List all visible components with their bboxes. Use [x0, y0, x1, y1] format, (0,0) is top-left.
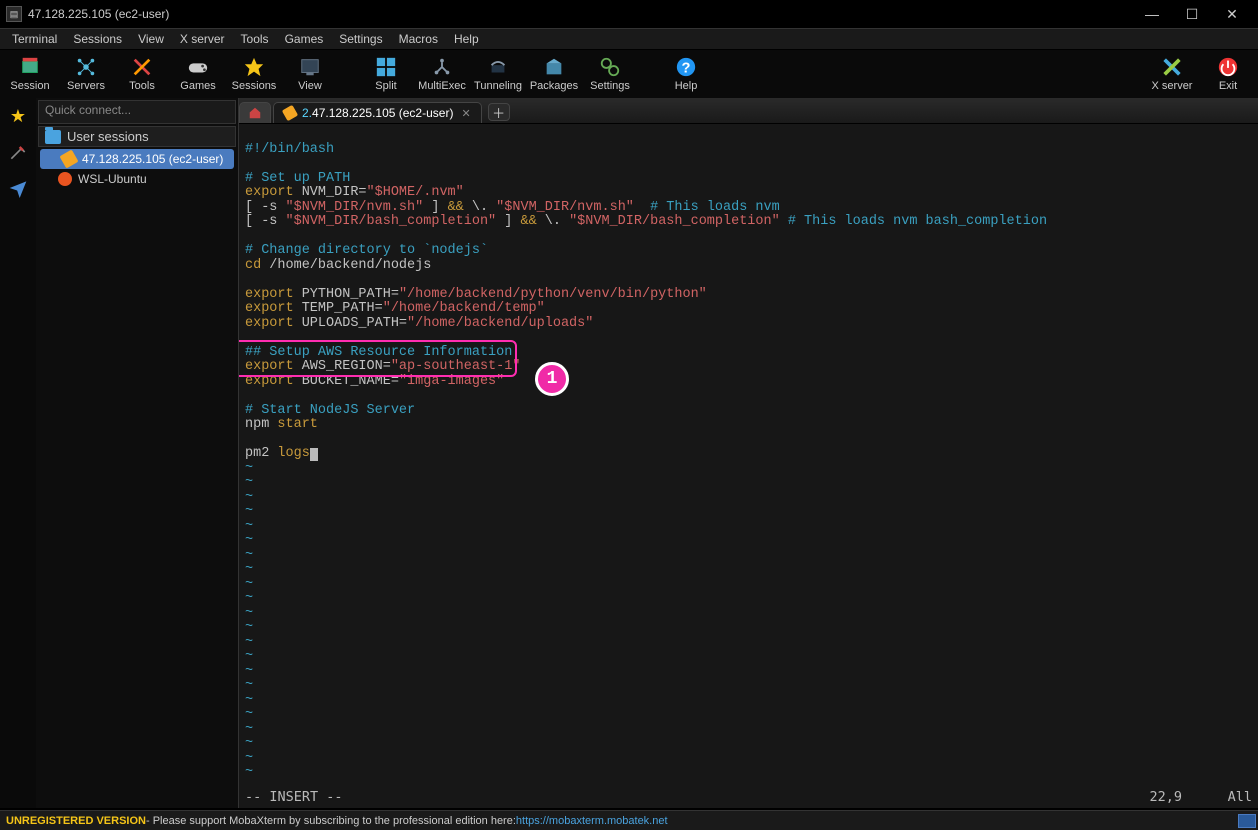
tab-close-icon[interactable]: ✕ [461, 107, 470, 120]
toolbar-tools[interactable]: Tools [114, 51, 170, 97]
close-button[interactable]: ✕ [1212, 0, 1252, 28]
menu-terminal[interactable]: Terminal [4, 30, 65, 48]
session-item-1[interactable]: WSL-Ubuntu [36, 169, 238, 189]
toolbar: Session Servers Tools Games Sessions Vie… [0, 50, 1258, 98]
menu-bar: Terminal Sessions View X server Tools Ga… [0, 28, 1258, 50]
toolbar-packages[interactable]: Packages [526, 51, 582, 97]
sessions-folder[interactable]: User sessions [38, 126, 236, 147]
wrench-icon [59, 149, 78, 168]
toolbar-split[interactable]: Split [358, 51, 414, 97]
quick-connect-input[interactable]: Quick connect... [38, 100, 236, 124]
maximize-button[interactable]: ☐ [1172, 0, 1212, 28]
new-tab-button[interactable]: ＋ [488, 103, 510, 121]
toolbar-xserver[interactable]: X server [1144, 51, 1200, 97]
toolbar-multiexec[interactable]: MultiExec [414, 51, 470, 97]
toolbar-games[interactable]: Games [170, 51, 226, 97]
toolbar-tunneling[interactable]: Tunneling [470, 51, 526, 97]
resize-grip[interactable] [1238, 814, 1256, 828]
left-icon-bar: ★ [0, 98, 36, 808]
toolbar-session[interactable]: Session [2, 51, 58, 97]
terminal[interactable]: #!/bin/bash # Set up PATH export NVM_DIR… [239, 124, 1258, 808]
annotation-highlight-box [239, 340, 517, 377]
favorites-icon[interactable]: ★ [4, 102, 32, 130]
session-item-0[interactable]: 47.128.225.105 (ec2-user) [40, 149, 234, 169]
menu-view[interactable]: View [130, 30, 172, 48]
minimize-button[interactable]: — [1132, 0, 1172, 28]
tab-bar: 2. 47.128.225.105 (ec2-user) ✕ ＋ [239, 98, 1258, 124]
toolbar-sessions2[interactable]: Sessions [226, 51, 282, 97]
tab-home[interactable] [239, 102, 271, 123]
annotation-marker-1: 1 [535, 362, 569, 396]
vim-status-line: -- INSERT -- 22,9 All [245, 790, 1252, 805]
footer-link[interactable]: https://mobaxterm.mobatek.net [516, 815, 668, 827]
sidebar: Quick connect... User sessions 47.128.22… [36, 98, 239, 808]
toolbar-help[interactable]: ?Help [658, 51, 714, 97]
toolbar-settings[interactable]: Settings [582, 51, 638, 97]
unregistered-badge: UNREGISTERED VERSION [6, 815, 146, 827]
menu-macros[interactable]: Macros [391, 30, 446, 48]
footer: UNREGISTERED VERSION - Please support Mo… [0, 810, 1258, 830]
tab-active[interactable]: 2. 47.128.225.105 (ec2-user) ✕ [273, 102, 482, 123]
menu-tools[interactable]: Tools [233, 30, 277, 48]
ubuntu-icon [58, 172, 72, 186]
menu-help[interactable]: Help [446, 30, 487, 48]
cursor [310, 448, 318, 461]
title-bar: ▤ 47.128.225.105 (ec2-user) — ☐ ✕ [0, 0, 1258, 28]
app-icon: ▤ [6, 6, 22, 22]
menu-settings[interactable]: Settings [331, 30, 390, 48]
menu-xserver[interactable]: X server [172, 30, 233, 48]
menu-sessions[interactable]: Sessions [65, 30, 130, 48]
svg-text:?: ? [682, 61, 691, 77]
toolbar-view[interactable]: View [282, 51, 338, 97]
window-title: 47.128.225.105 (ec2-user) [28, 7, 1132, 21]
folder-icon [45, 130, 61, 144]
menu-games[interactable]: Games [277, 30, 332, 48]
wrench-icon [282, 105, 298, 121]
toolbar-servers[interactable]: Servers [58, 51, 114, 97]
send-icon[interactable] [4, 174, 32, 202]
toolbar-exit[interactable]: Exit [1200, 51, 1256, 97]
sftp-icon[interactable] [4, 138, 32, 166]
